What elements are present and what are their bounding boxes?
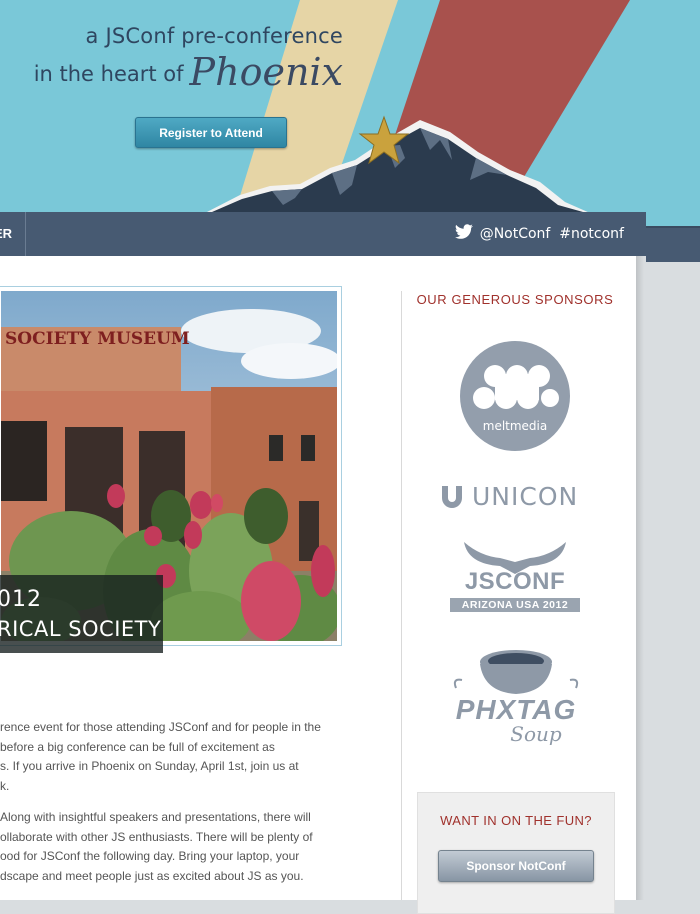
nav-bar-extension bbox=[646, 226, 700, 262]
city-name: Phoenix bbox=[189, 50, 343, 94]
twitter-link[interactable]: @NotConf #notconf bbox=[454, 212, 624, 256]
unicon-logo[interactable]: UNICON bbox=[440, 482, 600, 511]
tagline-line-2-text: in the heart of bbox=[33, 62, 184, 86]
unicon-mark-icon bbox=[442, 486, 462, 508]
caption-line-2: RICAL SOCIETY bbox=[0, 617, 162, 641]
twitter-handle: @NotConf bbox=[479, 226, 551, 242]
hero-banner: a JSConf pre-conference in the heart of P… bbox=[0, 0, 700, 228]
intro-paragraph-1: rence event for those attending JSConf a… bbox=[0, 720, 321, 793]
star-icon bbox=[358, 115, 410, 165]
tagline-line-1: a JSConf pre-conference bbox=[85, 24, 343, 48]
fun-heading: WANT IN ON THE FUN? bbox=[440, 813, 592, 828]
nav-bar: ER @NotConf #notconf bbox=[0, 212, 646, 256]
nav-item-label: ER bbox=[0, 226, 13, 241]
phxtag-soup-logo[interactable]: PHXTAG Soup bbox=[448, 648, 584, 748]
jsconf-logo[interactable]: JSCONF ARIZONA USA 2012 bbox=[450, 540, 580, 620]
content-shadow bbox=[636, 256, 644, 900]
photo-caption: 012 RICAL SOCIETY bbox=[0, 575, 163, 653]
tagline-line-2: in the heart of Phoenix bbox=[34, 50, 343, 94]
sponsors-heading: OUR GENEROUS SPONSORS bbox=[416, 292, 614, 307]
register-button[interactable]: Register to Attend bbox=[135, 117, 287, 148]
caption-line-1: 012 bbox=[0, 587, 42, 612]
intro-paragraph-2: Along with insightful speakers and prese… bbox=[0, 810, 313, 883]
twitter-hashtag: #notconf bbox=[559, 226, 624, 242]
twitter-bird-icon bbox=[454, 224, 473, 239]
sidebar-divider bbox=[401, 291, 402, 900]
meltmedia-logo[interactable]: meltmedia bbox=[459, 340, 571, 452]
nav-item-partial[interactable]: ER bbox=[0, 212, 27, 256]
hero-tagline: a JSConf pre-conference in the heart of P… bbox=[34, 24, 343, 94]
jsconf-sub: ARIZONA USA 2012 bbox=[450, 598, 580, 612]
phxtag-sub: Soup bbox=[510, 722, 562, 746]
featured-photo: SOCIETY MUSEUM 012 RICAL SOCIETY bbox=[0, 286, 342, 653]
jsconf-name: JSCONF bbox=[464, 568, 566, 595]
sponsor-notconf-button[interactable]: Sponsor NotConf bbox=[438, 850, 594, 882]
sponsor-callout-box: WANT IN ON THE FUN? Sponsor NotConf bbox=[417, 792, 615, 914]
meltmedia-name: meltmedia bbox=[483, 419, 548, 433]
unicon-name: UNICON bbox=[472, 482, 579, 511]
museum-sign: SOCIETY MUSEUM bbox=[5, 329, 190, 349]
soup-bowl-icon bbox=[453, 650, 579, 694]
main-content: SOCIETY MUSEUM 012 RICAL SOCIETY rence e… bbox=[0, 256, 636, 914]
intro-text: rence event for those attending JSConf a… bbox=[0, 718, 360, 898]
